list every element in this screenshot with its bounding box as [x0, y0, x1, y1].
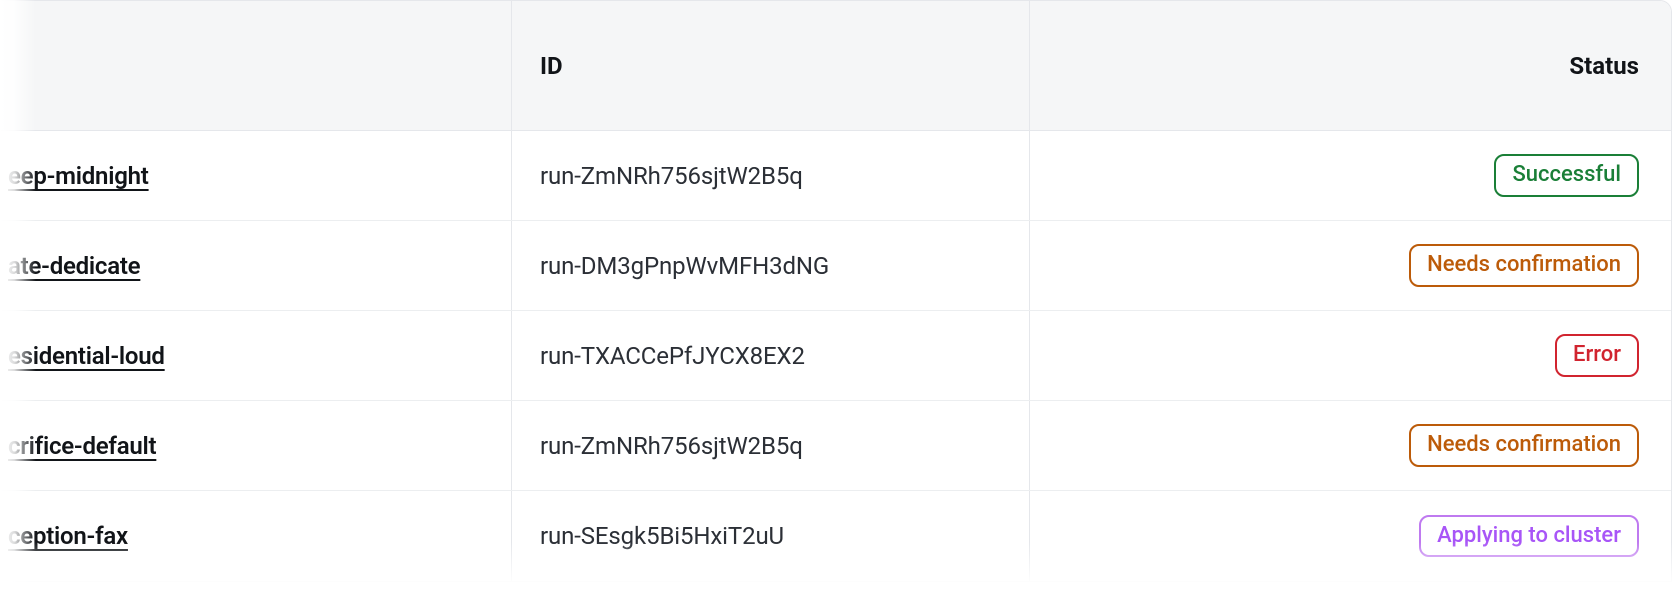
status-badge: Needs confirmation — [1409, 244, 1639, 286]
column-header-name — [0, 1, 512, 130]
run-id-text: run-TXACCePfJYCX8EX2 — [540, 342, 805, 370]
cell-name: crifice-default — [0, 401, 512, 490]
runs-table: ID Status eep-midnight run-ZmNRh756sjtW2… — [0, 0, 1672, 582]
run-name-link[interactable]: ate-dedicate — [8, 252, 140, 280]
cell-name: eep-midnight — [0, 131, 512, 220]
cell-id: run-SEsgk5Bi5HxiT2uU — [512, 491, 1030, 581]
run-id-text: run-DM3gPnpWvMFH3dNG — [540, 252, 829, 280]
table-row: ception-fax run-SEsgk5Bi5HxiT2uU Applyin… — [0, 491, 1671, 581]
table-row: crifice-default run-ZmNRh756sjtW2B5q Nee… — [0, 401, 1671, 491]
cell-status: Needs confirmation — [1030, 221, 1671, 310]
status-badge: Error — [1555, 334, 1639, 376]
run-id-text: run-SEsgk5Bi5HxiT2uU — [540, 522, 784, 550]
table-row: ate-dedicate run-DM3gPnpWvMFH3dNG Needs … — [0, 221, 1671, 311]
cell-id: run-ZmNRh756sjtW2B5q — [512, 401, 1030, 490]
run-name-link[interactable]: ception-fax — [8, 522, 128, 550]
run-name-link[interactable]: esidential-loud — [8, 342, 165, 370]
cell-status: Needs confirmation — [1030, 401, 1671, 490]
run-name-link[interactable]: eep-midnight — [8, 162, 149, 190]
table-header-row: ID Status — [0, 1, 1671, 131]
column-header-id: ID — [512, 1, 1030, 130]
column-header-status: Status — [1030, 1, 1671, 130]
cell-id: run-TXACCePfJYCX8EX2 — [512, 311, 1030, 400]
status-badge: Applying to cluster — [1419, 515, 1639, 557]
run-name-link[interactable]: crifice-default — [8, 432, 156, 460]
cell-status: Successful — [1030, 131, 1671, 220]
cell-status: Error — [1030, 311, 1671, 400]
column-header-status-label: Status — [1569, 52, 1639, 80]
run-id-text: run-ZmNRh756sjtW2B5q — [540, 162, 803, 190]
column-header-id-label: ID — [540, 52, 563, 80]
cell-id: run-ZmNRh756sjtW2B5q — [512, 131, 1030, 220]
run-id-text: run-ZmNRh756sjtW2B5q — [540, 432, 803, 460]
cell-id: run-DM3gPnpWvMFH3dNG — [512, 221, 1030, 310]
cell-name: ception-fax — [0, 491, 512, 581]
table-row: esidential-loud run-TXACCePfJYCX8EX2 Err… — [0, 311, 1671, 401]
table-row: eep-midnight run-ZmNRh756sjtW2B5q Succes… — [0, 131, 1671, 221]
status-badge: Needs confirmation — [1409, 424, 1639, 466]
cell-name: ate-dedicate — [0, 221, 512, 310]
status-badge: Successful — [1494, 154, 1639, 196]
cell-status: Applying to cluster — [1030, 491, 1671, 581]
cell-name: esidential-loud — [0, 311, 512, 400]
